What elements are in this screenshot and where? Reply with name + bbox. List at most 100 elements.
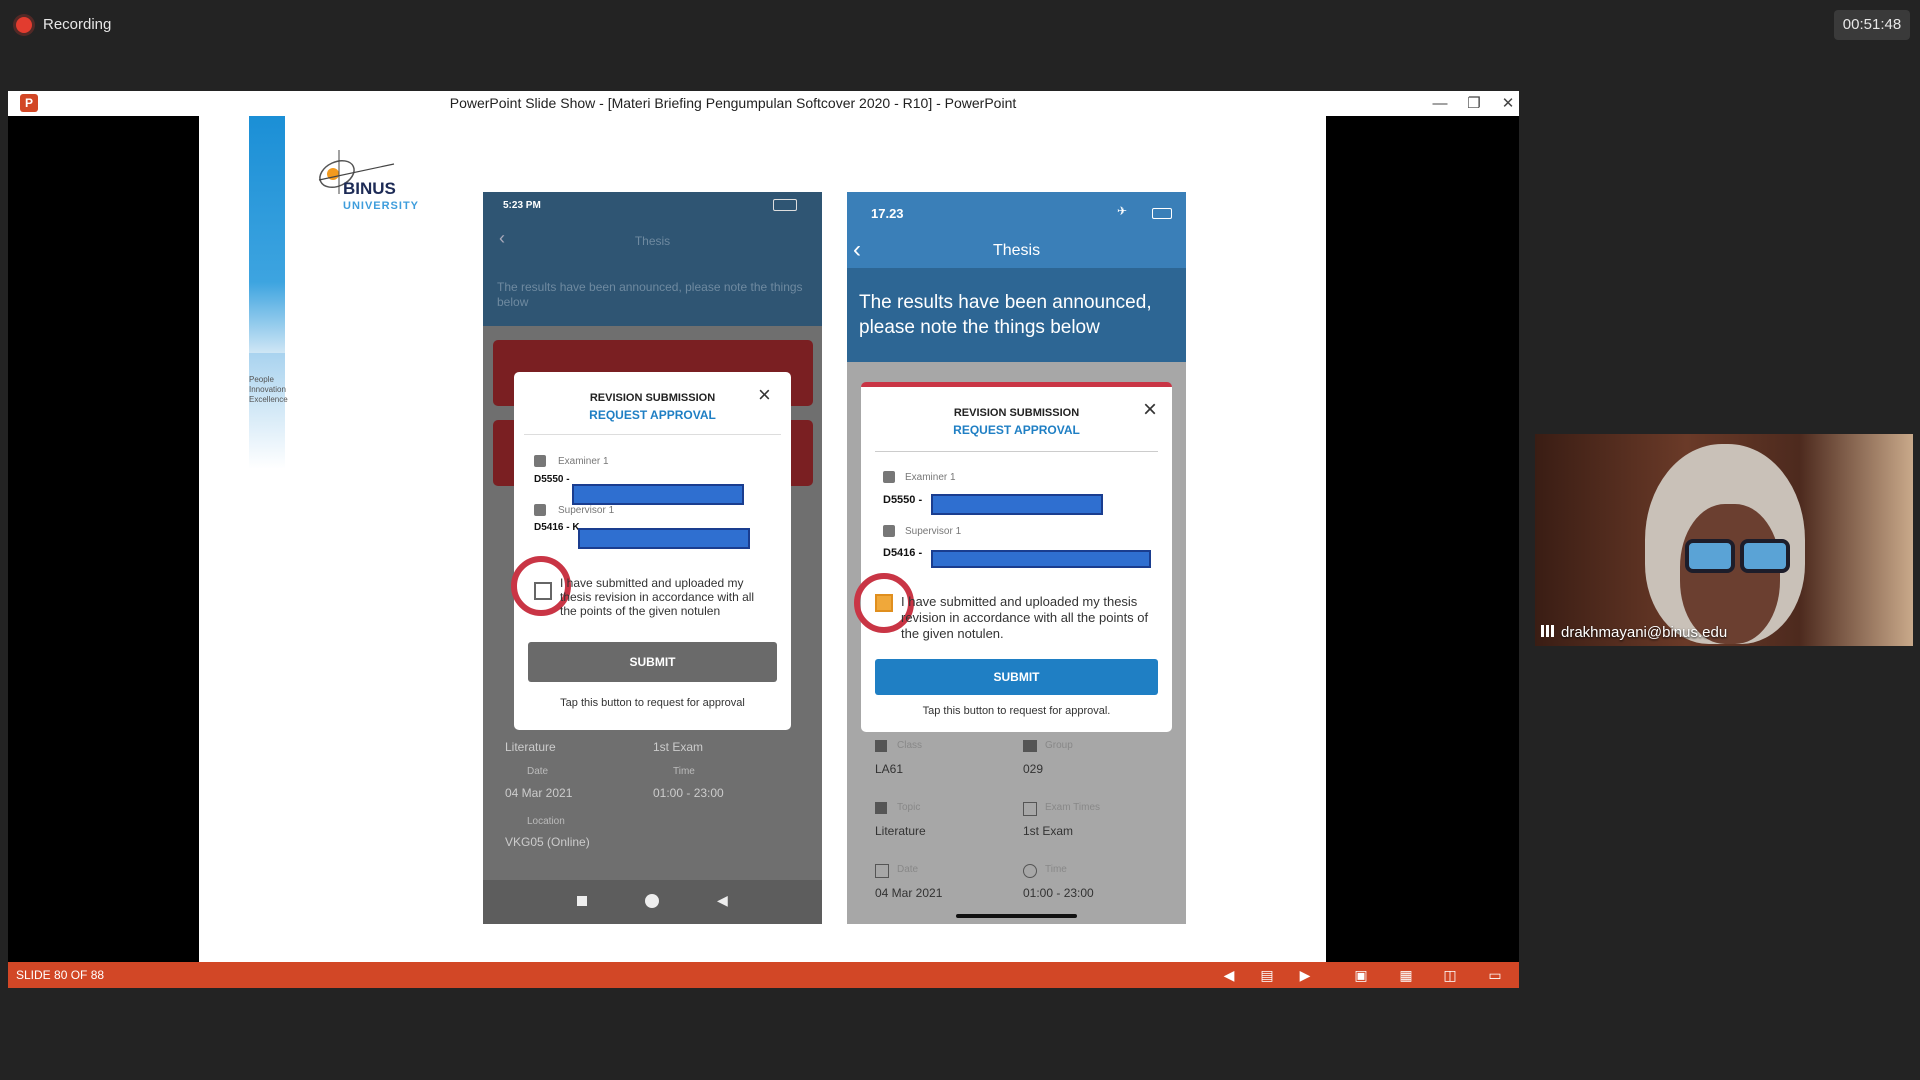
class-icon — [875, 740, 887, 752]
binus-logo-text: BINUS — [343, 179, 396, 198]
recents-icon[interactable] — [577, 896, 587, 906]
left-location-value: VKG05 (Online) — [505, 835, 590, 849]
left-topic-value: Literature — [505, 740, 556, 754]
battery-icon — [773, 199, 797, 211]
person-icon — [534, 504, 546, 516]
slide-tagline: People Innovation Excellence — [249, 375, 288, 404]
right-date-value: 04 Mar 2021 — [875, 886, 943, 900]
glasses-left — [1685, 539, 1735, 573]
left-banner-text: The results have been announced, please … — [497, 280, 803, 309]
close-icon[interactable]: × — [758, 384, 771, 406]
close-icon[interactable]: × — [1143, 398, 1157, 422]
signal-icon — [1541, 625, 1557, 637]
right-examiner-label: Examiner 1 — [905, 472, 956, 483]
redaction-bar — [578, 528, 750, 549]
left-modal-subtitle: REQUEST APPROVAL — [589, 408, 716, 422]
group-icon — [1023, 740, 1037, 752]
right-group-label: Group — [1045, 740, 1073, 751]
slide-sorter-icon[interactable]: ▦ — [1396, 965, 1416, 985]
presenter-view-icon[interactable]: ▭ — [1485, 965, 1505, 985]
right-supervisor-code: D5416 - — [883, 547, 923, 559]
person-icon — [883, 471, 895, 483]
participant-face — [1680, 504, 1780, 644]
right-revision-modal: REVISION SUBMISSION REQUEST APPROVAL × E… — [854, 382, 1172, 732]
right-modal-subtitle: REQUEST APPROVAL — [953, 423, 1080, 437]
redaction-bar — [572, 484, 744, 505]
left-time-label: Time — [673, 766, 695, 777]
right-status-time: 17.23 — [871, 206, 904, 221]
left-submit-button[interactable]: SUBMIT — [528, 642, 777, 682]
window-titlebar: P PowerPoint Slide Show - [Materi Briefi… — [8, 91, 1519, 116]
calendar-icon — [875, 864, 889, 878]
glasses-right — [1740, 539, 1790, 573]
clock-icon — [1023, 864, 1037, 878]
left-supervisor-code: D5416 - K — [534, 522, 580, 533]
previous-slide-icon[interactable]: ◀ — [1219, 965, 1239, 985]
left-supervisor-label: Supervisor 1 — [558, 505, 615, 516]
normal-view-icon[interactable]: ▣ — [1351, 965, 1371, 985]
left-status-time: 5:23 PM — [503, 200, 541, 211]
left-modal-title: REVISION SUBMISSION — [589, 392, 716, 404]
phone-screenshot-ios: 17.23 ✈ ‹ Thesis The results have been a… — [847, 192, 1186, 924]
restore-icon[interactable]: ❐ — [1457, 91, 1491, 116]
window-title: PowerPoint Slide Show - [Materi Briefing… — [449, 95, 1017, 111]
left-examiner-code: D5550 - — [534, 474, 570, 485]
left-header-title: Thesis — [634, 234, 671, 248]
redaction-bar — [931, 550, 1151, 568]
right-class-value: LA61 — [875, 762, 904, 776]
notes-icon[interactable]: ▤ — [1257, 965, 1277, 985]
right-examiner-code: D5550 - — [883, 494, 923, 506]
right-time-label: Time — [1045, 864, 1067, 875]
right-date-label: Date — [897, 864, 919, 875]
left-examiner-label: Examiner 1 — [558, 456, 609, 467]
airplane-icon: ✈ — [1117, 204, 1128, 218]
right-tap-text: Tap this button to request for approval. — [922, 705, 1111, 717]
right-topic-label: Topic — [897, 802, 921, 813]
topic-icon — [875, 802, 887, 814]
battery-icon — [1152, 208, 1172, 219]
next-slide-icon[interactable]: ▶ — [1295, 965, 1315, 985]
reading-view-icon[interactable]: ◫ — [1440, 965, 1460, 985]
home-icon[interactable] — [645, 894, 659, 908]
right-header-title: Thesis — [992, 242, 1041, 259]
recording-icon — [16, 17, 32, 33]
person-icon — [534, 455, 546, 467]
left-exam-value: 1st Exam — [653, 740, 704, 754]
right-modal-title: REVISION SUBMISSION — [953, 407, 1080, 419]
right-time-value: 01:00 - 23:00 — [1023, 886, 1094, 900]
left-time-value: 01:00 - 23:00 — [653, 786, 724, 800]
home-indicator — [956, 914, 1077, 918]
close-icon[interactable]: ✕ — [1491, 91, 1525, 116]
right-exam-label: Exam Times — [1045, 802, 1101, 813]
right-topic-value: Literature — [875, 824, 926, 838]
participant-name: drakhmayani@binus.edu — [1541, 624, 1727, 641]
left-checkbox-text: I have submitted and uploaded my thesis … — [560, 576, 755, 618]
right-submit-button[interactable]: SUBMIT — [875, 659, 1158, 695]
left-date-value: 04 Mar 2021 — [505, 786, 573, 800]
left-tap-text: Tap this button to request for approval — [560, 697, 745, 709]
left-date-label: Date — [527, 766, 549, 777]
back-nav-icon[interactable]: ◀ — [717, 892, 728, 909]
right-class-label: Class — [897, 740, 923, 751]
meeting-timer: 00:51:48 — [1834, 10, 1910, 40]
phone-screenshot-android: 5:23 PM ‹ Thesis The results have been a… — [483, 192, 822, 924]
minimize-icon[interactable]: — — [1423, 91, 1457, 116]
slide-counter: SLIDE 80 OF 88 — [16, 968, 105, 982]
participant-video[interactable]: drakhmayani@binus.edu — [1535, 434, 1913, 646]
slideshow-status-bar: SLIDE 80 OF 88 ◀ ▤ ▶ ▣ ▦ ◫ ▭ — [8, 962, 1519, 988]
right-checkbox-text: I have submitted and uploaded my thesis … — [901, 594, 1149, 641]
redaction-bar — [931, 494, 1103, 515]
right-exam-value: 1st Exam — [1023, 824, 1074, 838]
right-group-value: 029 — [1023, 762, 1044, 776]
modal-divider — [524, 434, 781, 435]
person-icon — [883, 525, 895, 537]
recording-label: Recording — [43, 16, 112, 33]
slide-blue-strip — [249, 116, 285, 353]
calendar-icon — [1023, 802, 1037, 816]
slide-canvas: People Innovation Excellence BINUS UNIVE… — [199, 116, 1326, 962]
modal-divider — [875, 451, 1158, 452]
left-revision-modal: REVISION SUBMISSION REQUEST APPROVAL × E… — [511, 372, 791, 730]
binus-logo-subtext: UNIVERSITY — [343, 200, 420, 212]
right-banner-text: The results have been announced, please … — [859, 292, 1152, 338]
right-supervisor-label: Supervisor 1 — [905, 526, 962, 537]
